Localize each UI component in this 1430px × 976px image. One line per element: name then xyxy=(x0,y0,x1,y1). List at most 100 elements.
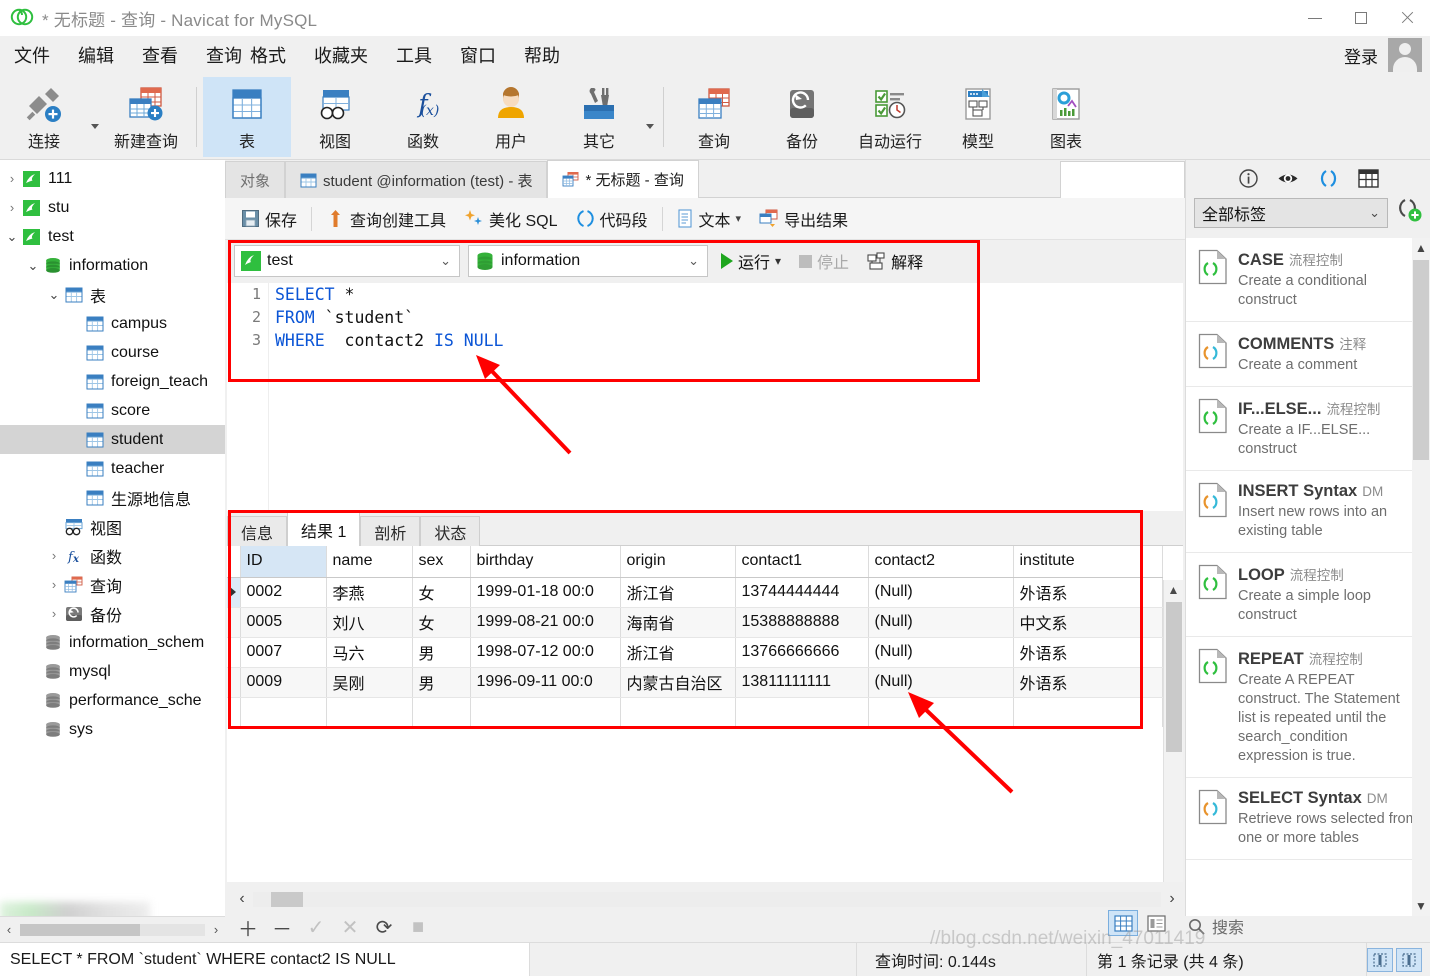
grid-cell[interactable]: 外语系 xyxy=(1013,637,1163,668)
table-row[interactable]: 0007 马六男 1998-07-12 00:0 浙江省 13766666666 (Nul… xyxy=(227,637,1163,668)
ribbon-automation-button[interactable]: 自动运行 xyxy=(846,77,934,157)
grid-cell[interactable]: 男 xyxy=(412,667,471,698)
grid-cell[interactable]: 刘八 xyxy=(326,607,413,638)
grid-scroll-up-arrow[interactable]: ▲ xyxy=(1164,580,1183,600)
row-marker[interactable] xyxy=(227,607,241,638)
object-tree-sidebar[interactable]: › 111 › stu ⌄ test ⌄ information ⌄ 表 campus course f… xyxy=(0,160,225,916)
grid-cell[interactable]: (Null) xyxy=(868,667,1014,698)
sidebar-scroll-left-arrow[interactable]: ‹ xyxy=(0,922,18,937)
grid-hscroll-track[interactable] xyxy=(253,891,1161,907)
tree-item-information[interactable]: ⌄ information xyxy=(0,251,225,280)
tree-item-student[interactable]: student xyxy=(0,425,225,454)
grid-cell[interactable]: 女 xyxy=(412,577,471,608)
query-builder-button[interactable]: 查询创建工具 xyxy=(318,203,454,235)
grid-cell[interactable]: (Null) xyxy=(868,577,1014,608)
save-button[interactable]: 保存 xyxy=(233,203,305,235)
code-line[interactable]: SELECT * xyxy=(275,283,504,306)
maximize-button[interactable] xyxy=(1338,0,1384,36)
grid-cell[interactable]: 0005 xyxy=(240,607,327,638)
sidebar-scroll-track[interactable] xyxy=(20,923,205,936)
menu-edit[interactable]: 编辑 xyxy=(64,39,128,71)
run-button[interactable]: 运行 ▾ xyxy=(716,246,786,276)
grid-cell[interactable]: 浙江省 xyxy=(620,637,736,668)
menu-view[interactable]: 查看 xyxy=(128,39,192,71)
tree-item--[interactable]: › 备份 xyxy=(0,599,225,628)
tab-student-table[interactable]: student @information (test) - 表 xyxy=(285,161,548,198)
grid-cell[interactable]: 15388888888 xyxy=(735,607,869,638)
result-search-box[interactable]: 搜索 xyxy=(1188,912,1430,940)
grid-cell[interactable]: 男 xyxy=(412,637,471,668)
ribbon-connect-button[interactable]: 连接 xyxy=(0,77,88,157)
status-panel-toggle-2[interactable] xyxy=(1396,947,1422,972)
chevron-right-icon[interactable]: › xyxy=(4,200,20,215)
grid-cell[interactable]: (Null) xyxy=(868,607,1014,638)
ribbon-other-button[interactable]: 其它 xyxy=(555,77,643,157)
grid-cell[interactable]: 外语系 xyxy=(1013,667,1163,698)
sidebar-horizontal-scrollbar[interactable]: ‹ › xyxy=(0,916,225,942)
eye-icon[interactable] xyxy=(1277,167,1299,189)
row-marker[interactable] xyxy=(227,637,241,668)
grid-cell[interactable]: 李燕 xyxy=(326,577,413,608)
grid-cell[interactable]: 浙江省 xyxy=(620,577,736,608)
grid-cell[interactable]: 13766666666 xyxy=(735,637,869,668)
result-grid-wrapper[interactable]: ID name sex birthday origin contact1 contact2 i… xyxy=(227,546,1183,882)
explain-button[interactable]: 解释 xyxy=(862,246,928,276)
tree-item-sys[interactable]: sys xyxy=(0,715,225,744)
snippet-scroll-down-arrow[interactable]: ▼ xyxy=(1412,896,1430,916)
tree-item--[interactable]: 生源地信息 xyxy=(0,483,225,512)
result-tab-3[interactable]: 状态 xyxy=(420,516,481,546)
sidebar-scroll-thumb[interactable] xyxy=(20,923,140,936)
close-button[interactable] xyxy=(1384,0,1430,36)
beautify-sql-button[interactable]: 美化 SQL xyxy=(456,203,565,235)
ribbon-function-button[interactable]: f (x) 函数 xyxy=(379,77,467,157)
tree-item--[interactable]: › 查询 xyxy=(0,570,225,599)
menu-favorites[interactable]: 收藏夹 xyxy=(300,39,382,71)
grid-view-button[interactable] xyxy=(1108,910,1138,936)
run-dropdown-caret[interactable]: ▾ xyxy=(775,254,781,268)
other-dropdown-caret[interactable] xyxy=(643,77,657,157)
text-button[interactable]: 文本 ▾ xyxy=(669,203,750,235)
status-panel-toggle-1[interactable] xyxy=(1367,947,1393,972)
snippet-scroll-thumb[interactable] xyxy=(1413,260,1429,460)
code-line[interactable]: FROM `student` xyxy=(275,306,504,329)
refresh-button[interactable]: ⟳ xyxy=(371,914,397,940)
grid-cell[interactable]: 1999-01-18 00:0 xyxy=(470,577,621,608)
grid-column-header[interactable]: name xyxy=(326,546,413,578)
grid-column-header[interactable]: institute xyxy=(1013,546,1163,578)
tree-item-score[interactable]: score xyxy=(0,396,225,425)
table-row[interactable]: 0009 吴刚男 1996-09-11 00:0 内蒙古自治区 13811111111(… xyxy=(227,667,1163,698)
snippet-item[interactable]: REPEAT 流程控制 Create A REPEAT construct. The… xyxy=(1186,637,1430,778)
grid-cell[interactable]: 女 xyxy=(412,607,471,638)
connection-combo[interactable]: test ⌄ xyxy=(234,245,460,277)
snippet-tag-filter[interactable]: 全部标签 ⌄ xyxy=(1194,197,1388,228)
avatar[interactable] xyxy=(1388,38,1422,72)
code-line[interactable]: WHERE contact2 IS NULL xyxy=(275,329,504,352)
add-record-button[interactable]: ＋ xyxy=(235,914,261,941)
grid-cell[interactable]: 0007 xyxy=(240,637,327,668)
grid-cell[interactable]: 马六 xyxy=(326,637,413,668)
tree-item-test[interactable]: ⌄ test xyxy=(0,222,225,251)
tree-item-course[interactable]: course xyxy=(0,338,225,367)
tab-objects[interactable]: 对象 xyxy=(225,161,286,198)
grid-cell[interactable]: 13811111111 xyxy=(735,667,869,698)
tree-item-111[interactable]: › 111 xyxy=(0,164,225,193)
grid-cell[interactable]: 外语系 xyxy=(1013,577,1163,608)
grid-cell[interactable]: 0009 xyxy=(240,667,327,698)
ribbon-backup-button[interactable]: 备份 xyxy=(758,77,846,157)
chevron-right-icon[interactable]: › xyxy=(4,171,20,186)
grid-hscroll-thumb[interactable] xyxy=(271,891,303,907)
tree-item-mysql[interactable]: mysql xyxy=(0,657,225,686)
result-tab-1[interactable]: 结果 1 xyxy=(287,512,361,546)
tree-item-information_schem[interactable]: information_schem xyxy=(0,628,225,657)
grid-column-header[interactable]: sex xyxy=(412,546,471,578)
grid-scroll-thumb[interactable] xyxy=(1166,602,1182,752)
grid-cell[interactable]: 1996-09-11 00:0 xyxy=(470,667,621,698)
tree-item--[interactable]: ⌄ 表 xyxy=(0,280,225,309)
chevron-down-icon[interactable]: ⌄ xyxy=(688,253,701,269)
form-view-button[interactable] xyxy=(1141,910,1171,936)
grid-cell[interactable]: 内蒙古自治区 xyxy=(620,667,736,698)
tree-item-performance_sche[interactable]: performance_sche xyxy=(0,686,225,715)
ribbon-query-button[interactable]: 查询 xyxy=(670,77,758,157)
tree-item-foreign_teach[interactable]: foreign_teach xyxy=(0,367,225,396)
grid-cell[interactable]: 13744444444 xyxy=(735,577,869,608)
